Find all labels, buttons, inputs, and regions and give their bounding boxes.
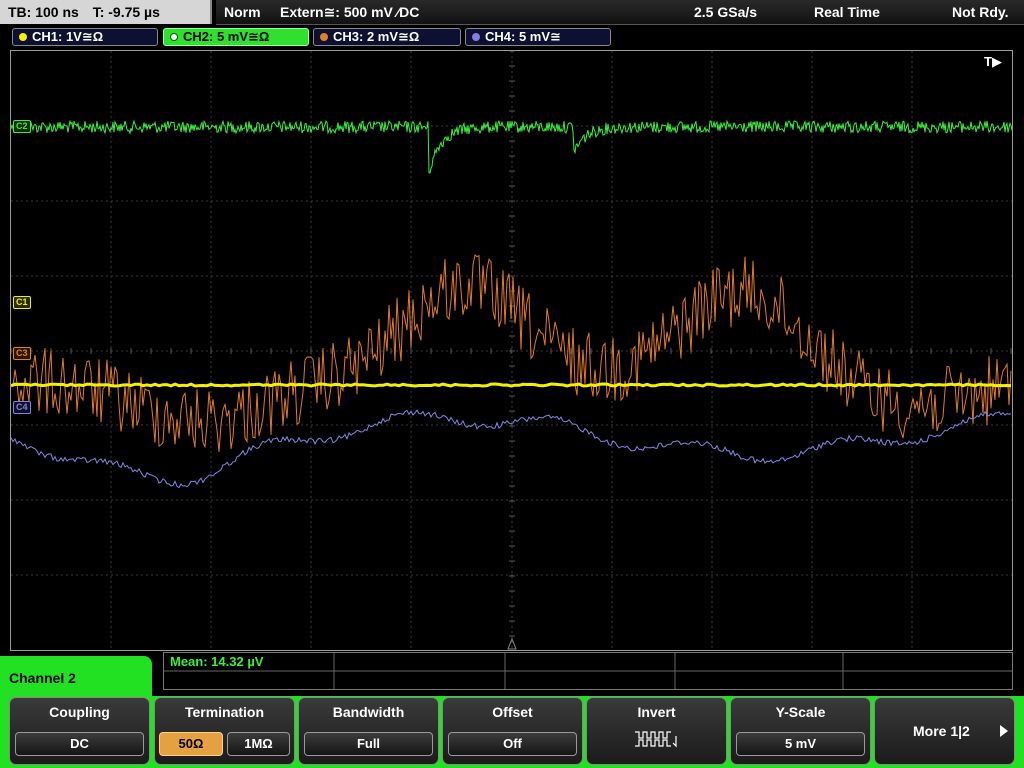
channel-2-offset-marker[interactable]: C2	[13, 120, 31, 133]
offset-value[interactable]: Off	[448, 732, 577, 756]
channel-1-offset-marker[interactable]: C1	[13, 296, 31, 309]
more-label: More 1|2	[913, 723, 970, 739]
acquisition-state: Not Rdy.	[952, 4, 1009, 20]
trigger-time-label: T: -9.75 µs	[92, 4, 160, 20]
sample-rate: 2.5 GSa/s	[694, 4, 758, 20]
channel-4-trace	[11, 409, 1012, 489]
channel-2-label: CH2: 5 mV≅Ω	[183, 29, 270, 44]
channel-1-dot-icon	[19, 33, 27, 41]
trigger-mode[interactable]: Norm	[224, 0, 261, 24]
waveform-display[interactable]	[10, 50, 1013, 651]
channel-1-trace	[11, 382, 1012, 388]
channel-tab-3[interactable]: CH3: 2 mV≅Ω	[313, 28, 461, 46]
channel-tab-1[interactable]: CH1: 1V≅Ω	[12, 28, 158, 46]
termination-softkey[interactable]: Termination 50Ω 1MΩ	[154, 697, 295, 765]
invert-waveform-icon	[635, 731, 677, 748]
measurement-grid	[164, 653, 1012, 689]
termination-1m-ohm-option[interactable]: 1MΩ	[227, 732, 290, 756]
invert-title: Invert	[637, 704, 676, 720]
more-softkey[interactable]: More 1|2	[874, 697, 1015, 765]
channel-2-dot-icon	[170, 33, 178, 41]
bandwidth-value[interactable]: Full	[304, 732, 433, 756]
measurement-panel	[163, 652, 1013, 690]
trigger-source[interactable]: Extern≅: 500 mV ⁄DC	[280, 0, 419, 24]
bandwidth-title: Bandwidth	[332, 704, 405, 720]
arrow-right-icon	[1000, 725, 1008, 737]
y-scale-softkey[interactable]: Y-Scale 5 mV	[730, 697, 871, 765]
coupling-softkey[interactable]: Coupling DC	[9, 697, 150, 765]
offset-title: Offset	[492, 704, 533, 720]
channel-1-label: CH1: 1V≅Ω	[32, 29, 104, 44]
invert-softkey[interactable]: Invert	[586, 697, 727, 765]
timebase-label: TB: 100 ns	[8, 4, 79, 20]
coupling-title: Coupling	[49, 704, 110, 720]
y-scale-title: Y-Scale	[775, 704, 826, 720]
mean-measurement: Mean: 14.32 µV	[170, 654, 264, 669]
graticule-svg	[11, 51, 1012, 650]
graticule-center-ticks	[11, 51, 1012, 637]
y-scale-value[interactable]: 5 mV	[736, 732, 865, 756]
channel-4-label: CH4: 5 mV≅	[485, 29, 561, 44]
menu-title: Channel 2	[0, 656, 152, 700]
bandwidth-softkey[interactable]: Bandwidth Full	[298, 697, 439, 765]
offset-softkey[interactable]: Offset Off	[442, 697, 583, 765]
channel-tab-4[interactable]: CH4: 5 mV≅	[465, 28, 611, 46]
channel-tab-2[interactable]: CH2: 5 mV≅Ω	[163, 28, 309, 46]
channel-3-offset-marker[interactable]: C3	[13, 347, 31, 360]
channel-4-dot-icon	[472, 33, 480, 41]
coupling-value[interactable]: DC	[15, 732, 144, 756]
termination-50-ohm-option[interactable]: 50Ω	[159, 732, 223, 756]
channel-3-label: CH3: 2 mV≅Ω	[333, 29, 420, 44]
acquisition-mode: Real Time	[814, 4, 880, 20]
termination-title: Termination	[184, 704, 265, 720]
trigger-level-marker[interactable]: T▶	[984, 54, 1002, 70]
channel-3-dot-icon	[320, 33, 328, 41]
channel-4-offset-marker[interactable]: C4	[13, 401, 31, 414]
timebase-box[interactable]: TB: 100 ns T: -9.75 µs	[0, 0, 212, 24]
